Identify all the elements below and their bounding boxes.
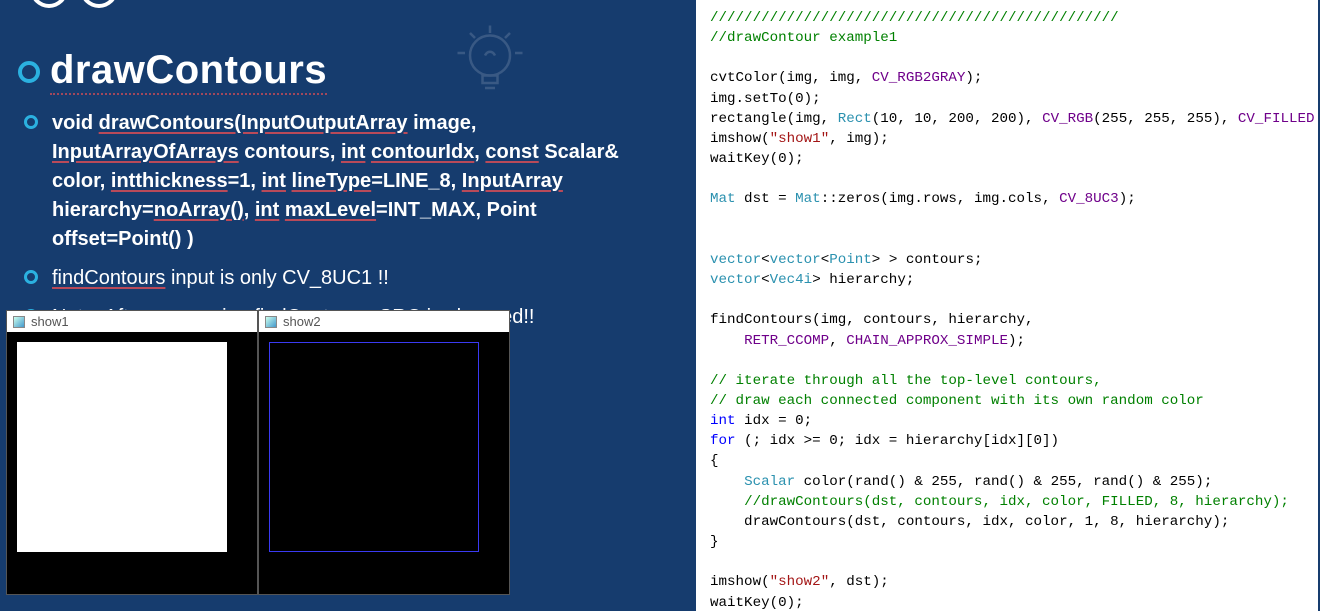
signature-text: void drawContours(InputOutputArray image… [52, 109, 658, 254]
title-row: drawContours [18, 48, 658, 95]
window-body [259, 332, 509, 594]
app-icon [13, 316, 25, 328]
window-title: show1 [31, 314, 69, 329]
slide-title: drawContours [50, 48, 327, 95]
bullet-icon [18, 61, 40, 83]
decorative-eyes [30, 0, 118, 8]
bullet-icon [24, 270, 38, 284]
white-rectangle [17, 342, 227, 552]
bullet-note-input: findContours input is only CV_8UC1 !! [24, 264, 658, 293]
window-show1: show1 [6, 310, 258, 595]
bullet-signature: void drawContours(InputOutputArray image… [24, 109, 658, 254]
code-panel: ////////////////////////////////////////… [696, 0, 1318, 611]
window-titlebar: show1 [7, 311, 257, 332]
window-title: show2 [283, 314, 321, 329]
app-icon [265, 316, 277, 328]
bullet-text: findContours input is only CV_8UC1 !! [52, 264, 389, 293]
window-titlebar: show2 [259, 311, 509, 332]
window-body [7, 332, 257, 594]
blue-rectangle [269, 342, 479, 552]
window-show2: show2 [258, 310, 510, 595]
bullet-icon [24, 115, 38, 129]
